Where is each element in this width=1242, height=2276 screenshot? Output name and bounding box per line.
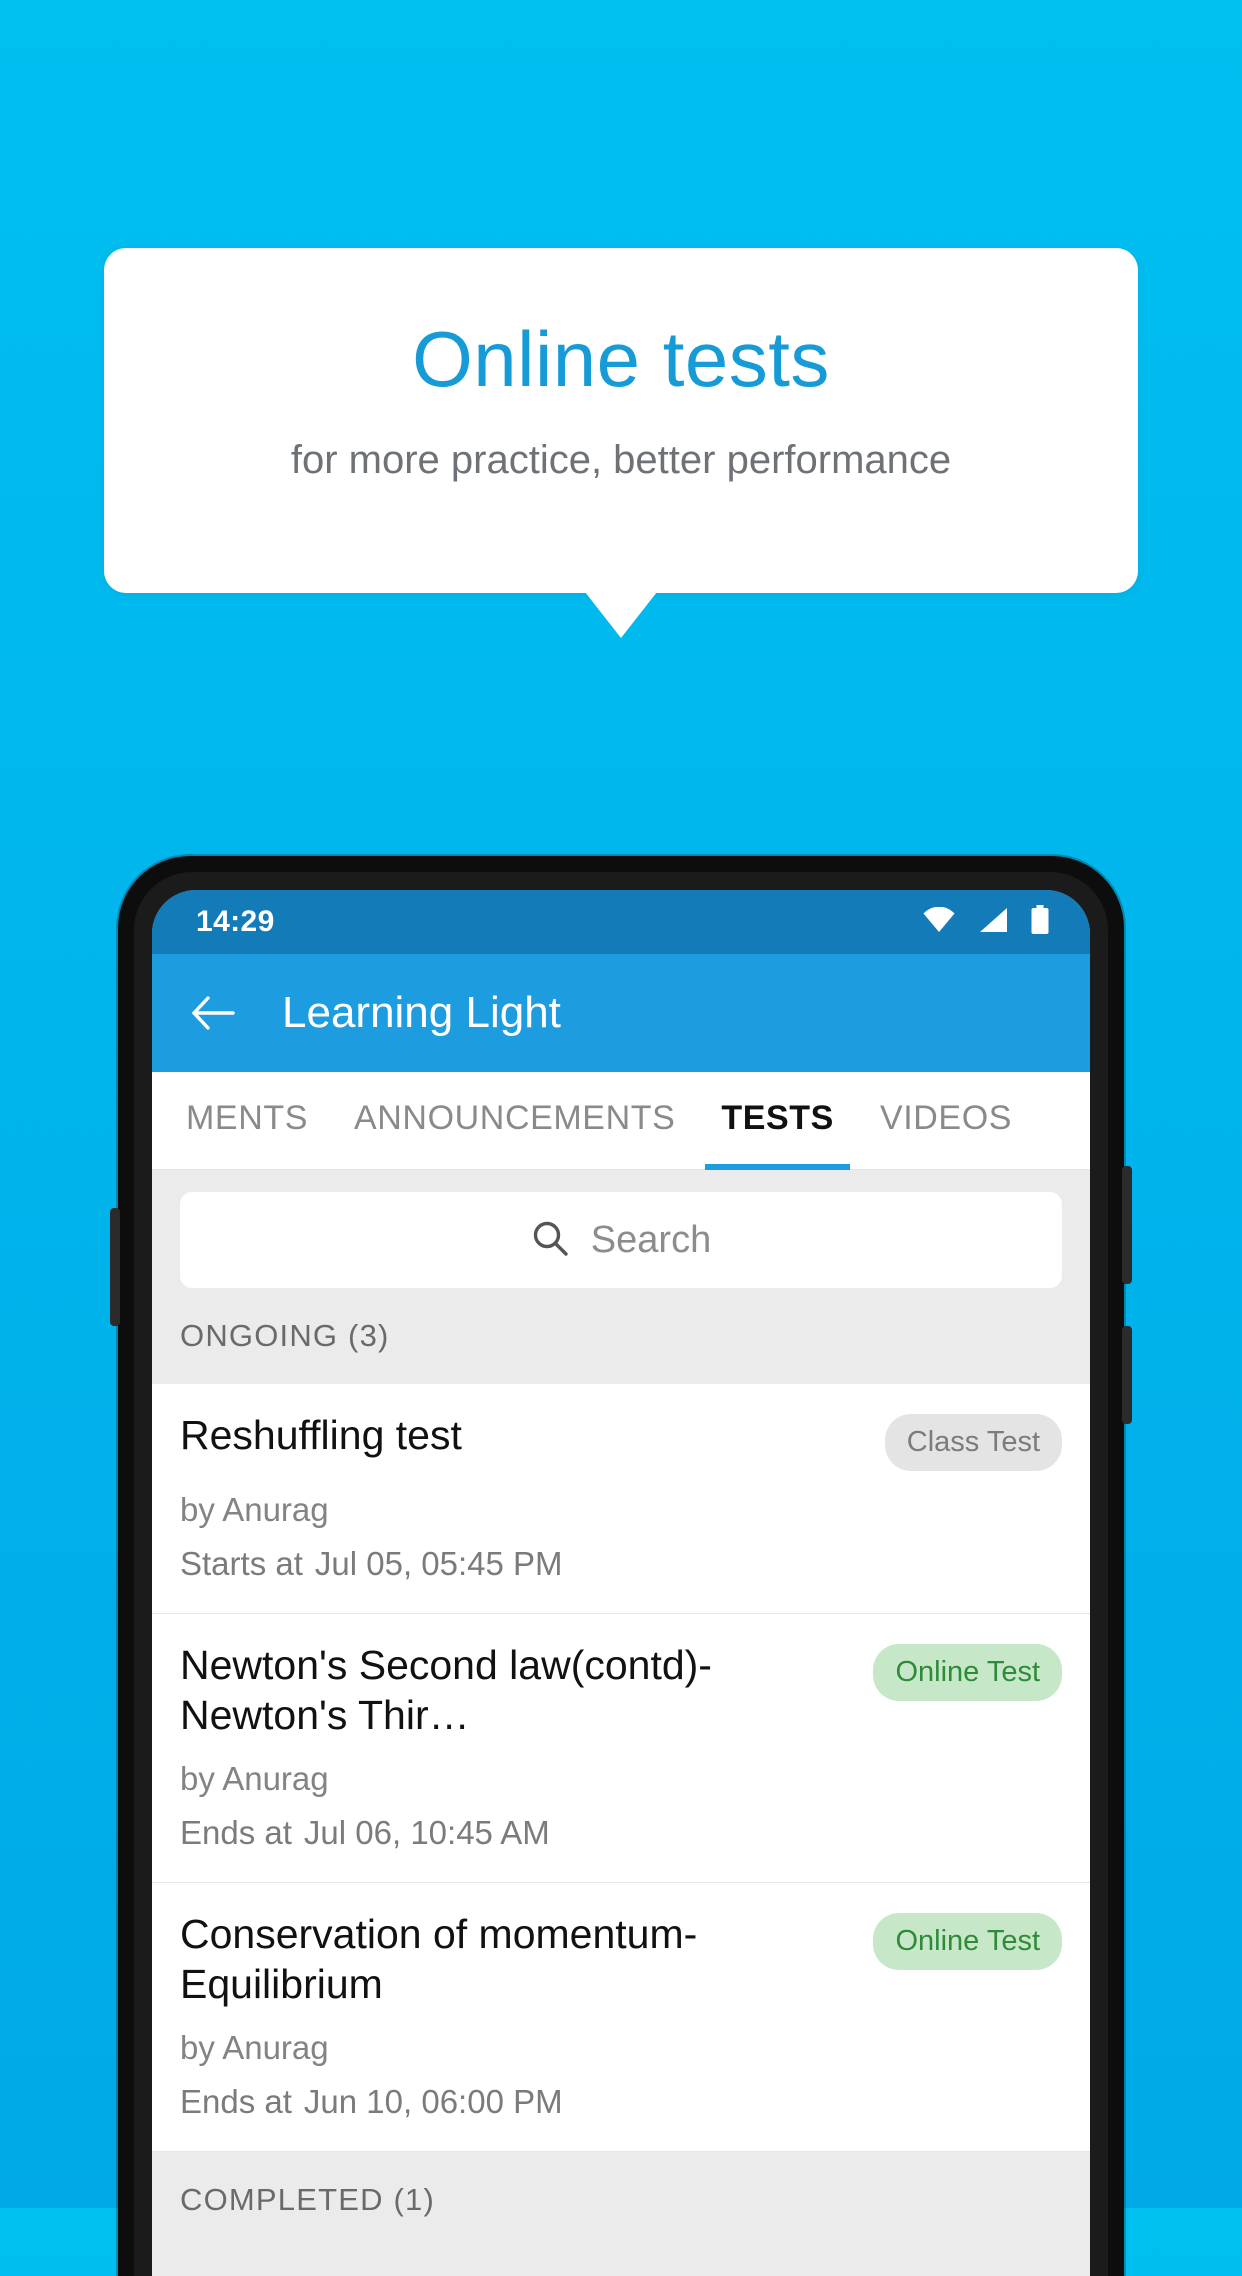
- test-title: Reshuffling test: [180, 1412, 462, 1458]
- test-time-value: Jul 05, 05:45 PM: [314, 1545, 563, 1582]
- test-card-top: Conservation of momentum-Equilibrium Onl…: [180, 1909, 1062, 2009]
- tab-assignments[interactable]: MENTS: [186, 1072, 308, 1170]
- display-notch: [546, 890, 696, 954]
- test-list-item[interactable]: Conservation of momentum-Equilibrium Onl…: [152, 1883, 1090, 2153]
- tests-list-content: Search ONGOING (3) Reshuffling test Clas…: [152, 1170, 1090, 2276]
- promo-subtitle: for more practice, better performance: [290, 438, 952, 482]
- left-side-button[interactable]: [110, 1208, 120, 1326]
- phone-screen: 14:29 Learning Light MENTS ANNOUNCEMENTS…: [152, 890, 1090, 2276]
- notch-area: [152, 890, 1090, 954]
- status-badge: Class Test: [884, 1414, 1062, 1471]
- promo-title: Online tests: [412, 315, 830, 403]
- status-badge: Online Test: [873, 1644, 1062, 1701]
- front-camera-icon: [606, 890, 636, 902]
- back-arrow-icon[interactable]: [188, 987, 240, 1039]
- tab-tests[interactable]: TESTS: [705, 1072, 850, 1170]
- phone-mockup: 14:29 Learning Light MENTS ANNOUNCEMENTS…: [110, 856, 1132, 2276]
- section-header-completed: COMPLETED (1): [152, 2152, 1090, 2249]
- test-author: by Anurag: [180, 2029, 329, 2067]
- test-title: Conservation of momentum-Equilibrium: [180, 1911, 698, 2008]
- test-time-value: Jun 10, 06:00 PM: [303, 2083, 563, 2121]
- test-time-label: Ends at: [180, 2083, 292, 2121]
- test-list-item[interactable]: Newton's Second law(contd)-Newton's Thir…: [152, 1614, 1090, 1884]
- search-icon: [531, 1219, 569, 1262]
- test-time: Ends at Jul 06, 10:45 AM: [180, 1814, 1062, 1852]
- test-time-label: Starts at: [180, 1545, 303, 1582]
- test-card-top: Reshuffling test Class Test: [180, 1410, 1062, 1471]
- test-list-item[interactable]: Reshuffling test Class Test by Anurag St…: [152, 1384, 1090, 1614]
- test-time-label: Ends at: [180, 1814, 292, 1852]
- promo-callout-bubble: Online tests for more practice, better p…: [104, 248, 1138, 593]
- tab-bar: MENTS ANNOUNCEMENTS TESTS VIDEOS: [152, 1072, 1090, 1170]
- tab-videos[interactable]: VIDEOS: [880, 1072, 1012, 1170]
- test-time: Starts at Jul 05, 05:45 PM: [180, 1545, 1062, 1583]
- tab-announcements[interactable]: ANNOUNCEMENTS: [354, 1072, 675, 1170]
- test-card-top: Newton's Second law(contd)-Newton's Thir…: [180, 1640, 1062, 1740]
- test-title: Newton's Second law(contd)-Newton's Thir…: [180, 1642, 712, 1739]
- app-bar: Learning Light: [152, 954, 1090, 1072]
- test-author: by Anurag: [180, 1491, 329, 1528]
- test-time-value: Jul 06, 10:45 AM: [303, 1814, 550, 1852]
- status-badge: Online Test: [873, 1913, 1062, 1971]
- promo-bubble-tail: [585, 592, 657, 638]
- test-time: Ends at Jun 10, 06:00 PM: [180, 2083, 1062, 2121]
- app-bar-title: Learning Light: [282, 988, 561, 1037]
- search-input[interactable]: Search: [180, 1192, 1062, 1288]
- test-author: by Anurag: [180, 1760, 329, 1798]
- volume-button[interactable]: [1122, 1166, 1132, 1284]
- section-header-ongoing: ONGOING (3): [152, 1288, 1090, 1384]
- power-button[interactable]: [1122, 1326, 1132, 1424]
- search-placeholder-text: Search: [590, 1218, 712, 1261]
